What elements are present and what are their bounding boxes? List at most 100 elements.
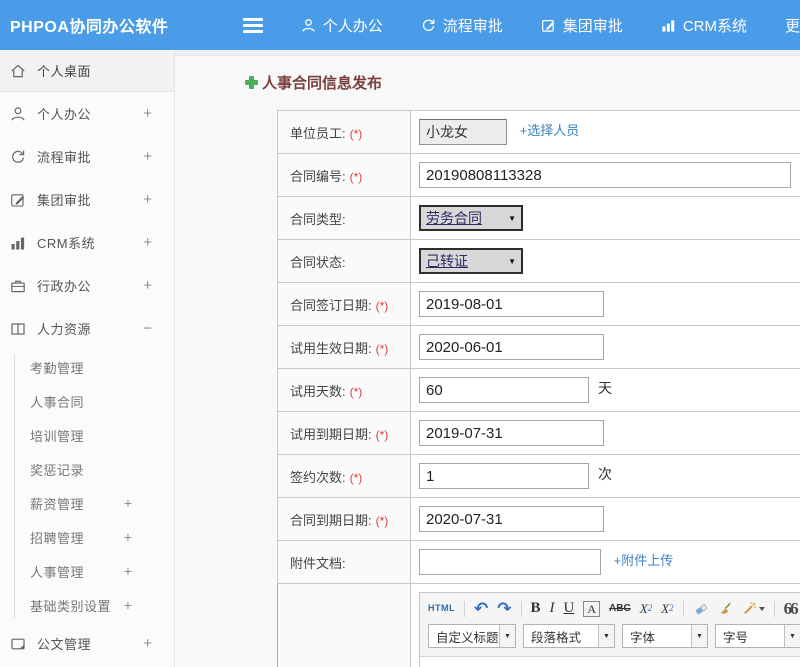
nav-workflow-approval[interactable]: 流程审批 [421,15,503,36]
required-mark: (*) [350,170,363,184]
field-label: 附件文档: [290,556,346,571]
expand-icon: + [143,191,158,208]
sidebar-subitem-label: 人事管理 [30,562,124,581]
undo-icon[interactable] [474,600,488,617]
toolbar-separator [774,601,775,617]
sidebar-subitem-base-category[interactable]: 基础类别设置 + [0,588,174,622]
field-label: 合同类型: [290,212,346,227]
custom-heading-dropdown[interactable]: 自定义标题 ▼ [428,624,516,648]
sidebar-subitem-label: 考勤管理 [30,358,132,377]
chevron-down-icon: ▼ [499,625,515,647]
dropdown-value: 字号 [716,625,784,647]
nav-group-approval[interactable]: 集团审批 [541,15,623,36]
content-top-strip [175,50,800,56]
page-title: 人事合同信息发布 [245,72,800,93]
sidebar-subitem-attendance[interactable]: 考勤管理 [0,350,174,384]
sidebar-subitem-label: 人事合同 [30,392,132,411]
sign-date-input[interactable] [419,291,604,317]
unit-suffix: 次 [598,466,612,482]
trial-days-input[interactable] [419,377,589,403]
edit-icon [9,191,26,208]
toolbar-separator [521,601,522,617]
nav-more[interactable]: 更 [785,15,800,36]
expand-icon: + [143,234,158,251]
editor-toolbar-row2: 自定义标题 ▼ 段落格式 ▼ 字体 ▼ [420,622,800,656]
required-mark: (*) [350,385,363,399]
nav-label: 更 [785,15,800,36]
toolbar-separator [683,601,684,617]
select-value: 己转证 [426,251,468,271]
underline-button[interactable]: U [564,601,575,616]
sidebar-item-workflow-approval[interactable]: 流程审批 + [0,135,174,178]
sidebar-subitem-label: 基础类别设置 [30,596,124,615]
briefcase-icon [9,277,26,294]
sidebar-item-label: 流程审批 [37,147,143,166]
sidebar-item-crm-system[interactable]: CRM系统 + [0,221,174,264]
employee-input[interactable] [419,119,507,145]
nav-label: 流程审批 [443,15,503,36]
sidebar-item-label: 个人桌面 [37,61,152,80]
nav-crm-system[interactable]: CRM系统 [661,15,747,36]
font-family-dropdown[interactable]: 字体 ▼ [622,624,708,648]
home-icon [9,62,26,79]
table-row: 合同类型: 劳务合同 ▼ [278,197,800,240]
upload-attachment-link[interactable]: +附件上传 [614,553,674,568]
sidebar-item-admin-office[interactable]: 行政办公 + [0,264,174,307]
table-row: HTML B I U A ABC X2 X2 [278,584,800,667]
paragraph-format-dropdown[interactable]: 段落格式 ▼ [523,624,615,648]
sidebar-item-personal-desktop[interactable]: 个人桌面 [0,50,174,92]
contract-no-input[interactable] [419,162,791,188]
sidebar-subitem-rewards[interactable]: 奖惩记录 [0,452,174,486]
sidebar-item-human-resources[interactable]: 人力资源 − [0,307,174,350]
plus-icon [245,76,258,89]
eraser-icon[interactable] [693,602,709,616]
format-brush-icon[interactable] [718,601,733,616]
superscript-button[interactable]: X2 [640,602,652,615]
table-row: 合同编号:(*) [278,154,800,197]
required-mark: (*) [376,299,389,313]
contract-form-table: 单位员工:(*) +选择人员 合同编号:(*) 合同类型: [277,110,800,667]
menu-toggle-icon[interactable] [243,18,263,33]
sidebar-subitem-recruitment[interactable]: 招聘管理 + [0,520,174,554]
sidebar-subitem-hr-contract[interactable]: 人事合同 [0,384,174,418]
sidebar-item-document-management[interactable]: 公文管理 + [0,622,174,665]
select-person-link[interactable]: +选择人员 [520,123,580,138]
magic-wand-icon[interactable] [742,601,765,616]
sidebar-item-group-approval[interactable]: 集团审批 + [0,178,174,221]
attachment-input[interactable] [419,549,601,575]
redo-icon[interactable] [497,600,511,617]
contract-end-date-input[interactable] [419,506,604,532]
user-icon [301,18,316,33]
font-size-dropdown[interactable]: 字号 ▼ [715,624,800,648]
sign-times-input[interactable] [419,463,589,489]
italic-button[interactable]: I [550,601,555,616]
sidebar-subitem-salary[interactable]: 薪资管理 + [0,486,174,520]
trial-end-date-input[interactable] [419,420,604,446]
editor-content-area[interactable] [420,656,800,667]
font-color-button[interactable]: A [583,601,600,617]
sidebar-subitem-label: 奖惩记录 [30,460,132,479]
dropdown-value: 字体 [623,625,691,647]
strikethrough-button[interactable]: ABC [609,604,631,614]
chevron-down-icon: ▼ [691,625,707,647]
flow-arrow-icon [421,18,436,33]
blockquote-button[interactable]: 66 [784,600,797,617]
contract-status-select[interactable]: 己转证 ▼ [419,248,523,274]
sidebar-subitem-personnel[interactable]: 人事管理 + [0,554,174,588]
sidebar-item-label: 个人办公 [37,104,143,123]
main-content: 人事合同信息发布 单位员工:(*) +选择人员 合同编号:(*) [175,50,800,667]
expand-icon: + [124,563,158,579]
subscript-button[interactable]: X2 [661,602,673,615]
nav-personal-office[interactable]: 个人办公 [301,15,383,36]
subscript-exp: 2 [669,604,674,613]
bar-chart-icon [661,18,676,33]
bold-button[interactable]: B [531,601,541,616]
contract-type-select[interactable]: 劳务合同 ▼ [419,205,523,231]
expand-icon: + [124,495,158,511]
sidebar-subitem-training[interactable]: 培训管理 [0,418,174,452]
table-row: 单位员工:(*) +选择人员 [278,111,800,154]
field-label: 合同到期日期: [290,513,372,528]
sidebar-item-personal-office[interactable]: 个人办公 + [0,92,174,135]
trial-start-date-input[interactable] [419,334,604,360]
html-source-button[interactable]: HTML [428,604,455,613]
